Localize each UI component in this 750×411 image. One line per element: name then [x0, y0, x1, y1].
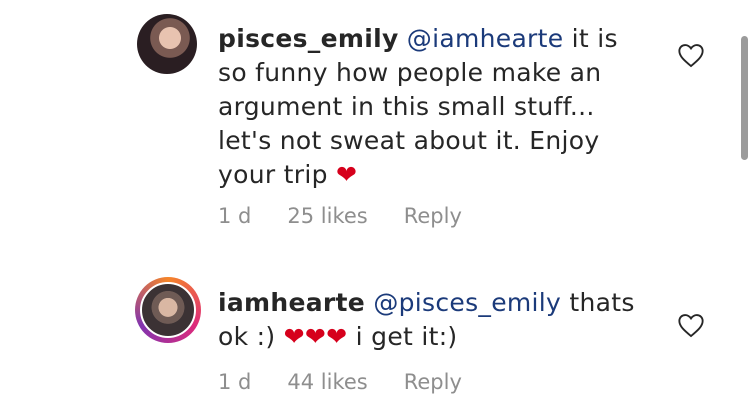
avatar[interactable] [137, 14, 197, 74]
comment-meta: 1 d 44 likes Reply [218, 370, 462, 394]
comment-item: pisces_emily @iamhearte it is so funny h… [0, 0, 750, 250]
comment-time: 1 d [218, 370, 252, 394]
heart-outline-icon[interactable] [677, 42, 705, 68]
comment-likes[interactable]: 25 likes [287, 204, 367, 228]
comment-username[interactable]: iamhearte [218, 288, 365, 317]
comment-mention[interactable]: @iamhearte [407, 24, 564, 53]
comment-text: iamhearte @pisces_emily thats ok :) ❤❤❤ … [218, 286, 658, 354]
comment-likes[interactable]: 44 likes [287, 370, 367, 394]
comment-mention[interactable]: @pisces_emily [373, 288, 561, 317]
comment-time: 1 d [218, 204, 252, 228]
heart-emoji: ❤❤❤ [283, 322, 348, 351]
comment-body-end: i get it:) [347, 322, 458, 351]
comment-username[interactable]: pisces_emily [218, 24, 399, 53]
heart-outline-icon[interactable] [677, 312, 705, 338]
avatar[interactable] [140, 282, 196, 338]
reply-button[interactable]: Reply [404, 370, 462, 394]
heart-emoji: ❤ [336, 160, 358, 189]
comment-meta: 1 d 25 likes Reply [218, 204, 462, 228]
reply-button[interactable]: Reply [404, 204, 462, 228]
comment-text: pisces_emily @iamhearte it is so funny h… [218, 22, 648, 192]
scrollbar[interactable] [741, 36, 748, 160]
